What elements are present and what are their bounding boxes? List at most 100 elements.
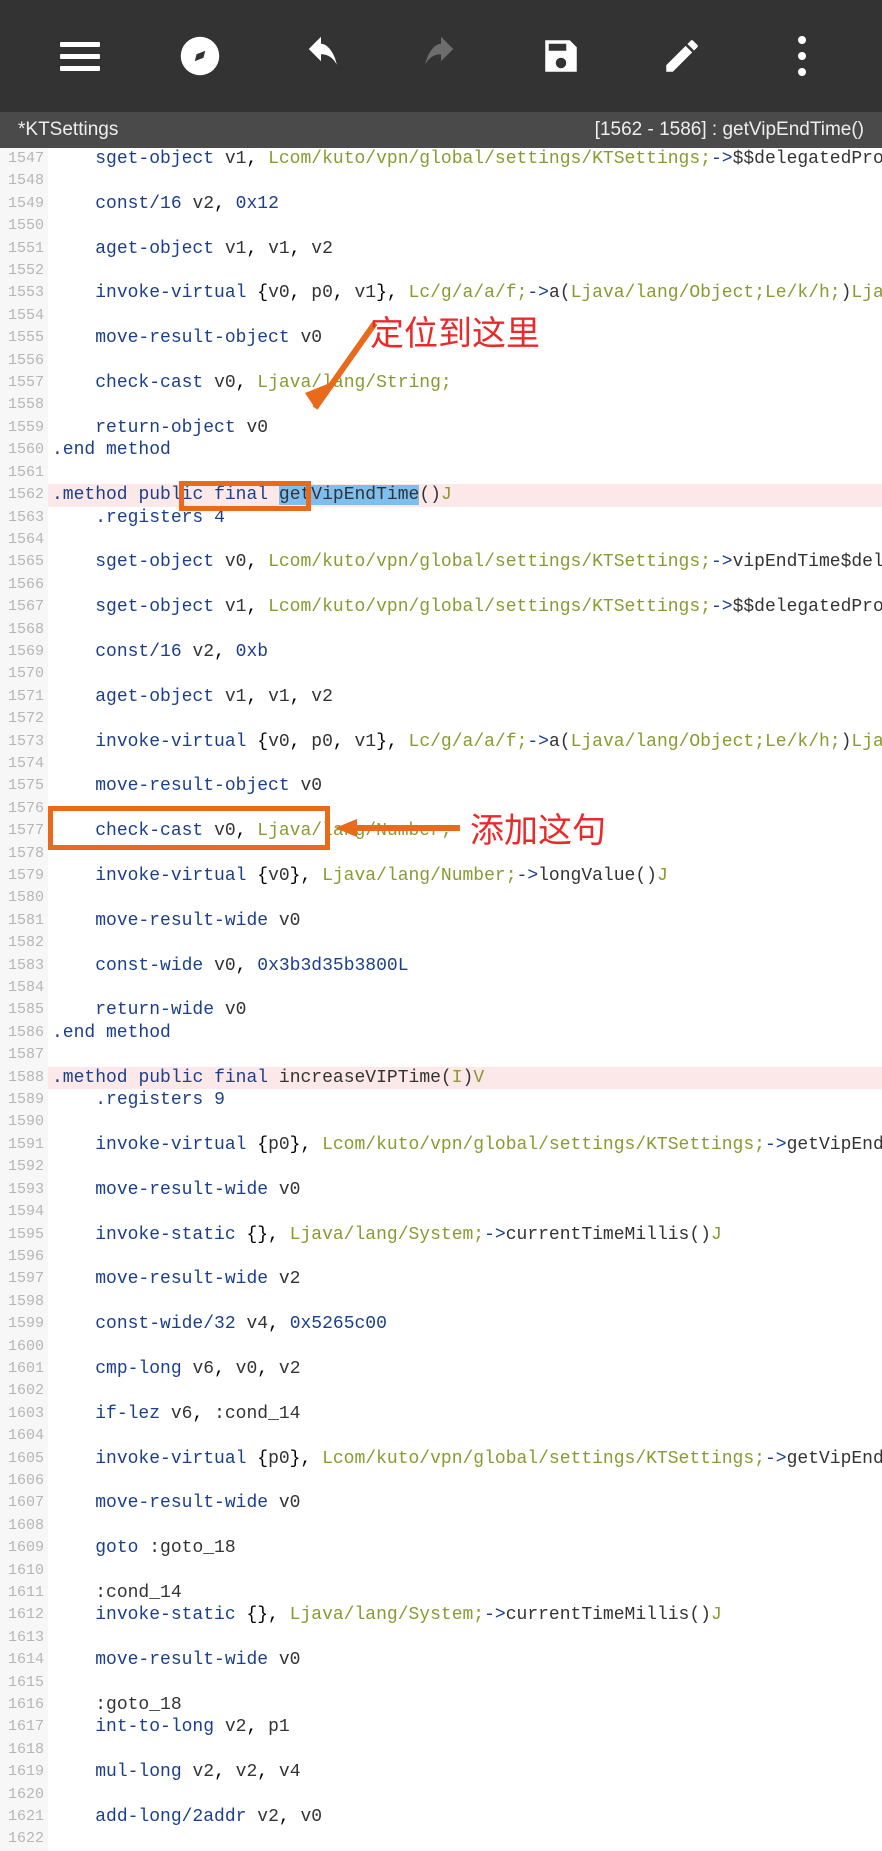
line-number: 1551 — [0, 238, 48, 260]
code-line[interactable]: 1561 — [0, 462, 882, 484]
code-line[interactable]: 1564 — [0, 529, 882, 551]
code-line[interactable]: 1610 — [0, 1560, 882, 1582]
code-line[interactable]: 1613 — [0, 1627, 882, 1649]
menu-icon — [60, 42, 100, 71]
code-line[interactable]: 1554 — [0, 305, 882, 327]
code-line[interactable]: 1586.end method — [0, 1022, 882, 1044]
code-line[interactable]: 1560.end method — [0, 439, 882, 461]
save-button[interactable] — [501, 35, 621, 77]
line-content: move-result-wide v0 — [48, 1649, 882, 1671]
redo-button[interactable] — [381, 35, 501, 77]
code-line[interactable]: 1575 move-result-object v0 — [0, 775, 882, 797]
code-line[interactable]: 1605 invoke-virtual {p0}, Lcom/kuto/vpn/… — [0, 1448, 882, 1470]
code-line[interactable]: 1550 — [0, 215, 882, 237]
code-line[interactable]: 1593 move-result-wide v0 — [0, 1179, 882, 1201]
code-line[interactable]: 1603 if-lez v6, :cond_14 — [0, 1403, 882, 1425]
line-number: 1563 — [0, 507, 48, 529]
code-line[interactable]: 1619 mul-long v2, v2, v4 — [0, 1761, 882, 1783]
line-number: 1573 — [0, 731, 48, 753]
code-line[interactable]: 1607 move-result-wide v0 — [0, 1492, 882, 1514]
code-line[interactable]: 1581 move-result-wide v0 — [0, 910, 882, 932]
code-line[interactable]: 1577 check-cast v0, Ljava/lang/Number; — [0, 820, 882, 842]
code-line[interactable]: 1563 .registers 4 — [0, 507, 882, 529]
code-line[interactable]: 1583 const-wide v0, 0x3b3d35b3800L — [0, 955, 882, 977]
code-line[interactable]: 1589 .registers 9 — [0, 1089, 882, 1111]
line-number: 1605 — [0, 1448, 48, 1470]
code-line[interactable]: 1614 move-result-wide v0 — [0, 1649, 882, 1671]
undo-icon — [300, 35, 342, 77]
code-line[interactable]: 1578 — [0, 843, 882, 865]
code-line[interactable]: 1596 — [0, 1246, 882, 1268]
code-line[interactable]: 1618 — [0, 1739, 882, 1761]
code-line[interactable]: 1590 — [0, 1111, 882, 1133]
line-content: invoke-virtual {v0}, Ljava/lang/Number;-… — [48, 865, 882, 887]
code-line[interactable]: 1616 :goto_18 — [0, 1694, 882, 1716]
line-number: 1621 — [0, 1806, 48, 1828]
code-line[interactable]: 1558 — [0, 394, 882, 416]
code-line[interactable]: 1621 add-long/2addr v2, v0 — [0, 1806, 882, 1828]
code-line[interactable]: 1572 — [0, 708, 882, 730]
line-content — [48, 1111, 882, 1133]
code-line[interactable]: 1594 — [0, 1201, 882, 1223]
code-line[interactable]: 1609 goto :goto_18 — [0, 1537, 882, 1559]
code-line[interactable]: 1559 return-object v0 — [0, 417, 882, 439]
code-line[interactable]: 1567 sget-object v1, Lcom/kuto/vpn/globa… — [0, 596, 882, 618]
code-line[interactable]: 1599 const-wide/32 v4, 0x5265c00 — [0, 1313, 882, 1335]
code-line[interactable]: 1576 — [0, 798, 882, 820]
code-line[interactable]: 1612 invoke-static {}, Ljava/lang/System… — [0, 1604, 882, 1626]
code-line[interactable]: 1588.method public final increaseVIPTime… — [0, 1067, 882, 1089]
line-content: const/16 v2, 0x12 — [48, 193, 882, 215]
code-line[interactable]: 1608 — [0, 1515, 882, 1537]
menu-button[interactable] — [20, 42, 140, 71]
code-line[interactable]: 1604 — [0, 1425, 882, 1447]
code-line[interactable]: 1606 — [0, 1470, 882, 1492]
code-editor[interactable]: 1547 sget-object v1, Lcom/kuto/vpn/globa… — [0, 148, 882, 1851]
code-line[interactable]: 1565 sget-object v0, Lcom/kuto/vpn/globa… — [0, 551, 882, 573]
code-line[interactable]: 1602 — [0, 1380, 882, 1402]
code-line[interactable]: 1580 — [0, 887, 882, 909]
code-line[interactable]: 1571 aget-object v1, v1, v2 — [0, 686, 882, 708]
code-line[interactable]: 1585 return-wide v0 — [0, 999, 882, 1021]
code-line[interactable]: 1566 — [0, 574, 882, 596]
code-line[interactable]: 1595 invoke-static {}, Ljava/lang/System… — [0, 1224, 882, 1246]
code-line[interactable]: 1574 — [0, 753, 882, 775]
code-line[interactable]: 1573 invoke-virtual {v0, p0, v1}, Lc/g/a… — [0, 731, 882, 753]
code-line[interactable]: 1617 int-to-long v2, p1 — [0, 1716, 882, 1738]
code-line[interactable]: 1591 invoke-virtual {p0}, Lcom/kuto/vpn/… — [0, 1134, 882, 1156]
code-line[interactable]: 1622 — [0, 1828, 882, 1850]
code-line[interactable]: 1587 — [0, 1044, 882, 1066]
edit-button[interactable] — [621, 35, 741, 77]
code-line[interactable]: 1551 aget-object v1, v1, v2 — [0, 238, 882, 260]
code-line[interactable]: 1553 invoke-virtual {v0, p0, v1}, Lc/g/a… — [0, 282, 882, 304]
code-line[interactable]: 1570 — [0, 663, 882, 685]
code-line[interactable]: 1611 :cond_14 — [0, 1582, 882, 1604]
code-line[interactable]: 1569 const/16 v2, 0xb — [0, 641, 882, 663]
line-content: :cond_14 — [48, 1582, 882, 1604]
line-content — [48, 753, 882, 775]
code-line[interactable]: 1568 — [0, 619, 882, 641]
code-line[interactable]: 1600 — [0, 1336, 882, 1358]
code-line[interactable]: 1556 — [0, 350, 882, 372]
code-line[interactable]: 1547 sget-object v1, Lcom/kuto/vpn/globa… — [0, 148, 882, 170]
line-content: aget-object v1, v1, v2 — [48, 238, 882, 260]
code-line[interactable]: 1592 — [0, 1156, 882, 1178]
code-line[interactable]: 1562.method public final getVipEndTime()… — [0, 484, 882, 506]
code-line[interactable]: 1552 — [0, 260, 882, 282]
navigate-button[interactable] — [140, 35, 260, 77]
code-line[interactable]: 1582 — [0, 932, 882, 954]
code-line[interactable]: 1584 — [0, 977, 882, 999]
code-line[interactable]: 1549 const/16 v2, 0x12 — [0, 193, 882, 215]
code-line[interactable]: 1579 invoke-virtual {v0}, Ljava/lang/Num… — [0, 865, 882, 887]
code-line[interactable]: 1548 — [0, 170, 882, 192]
code-line[interactable]: 1555 move-result-object v0 — [0, 327, 882, 349]
code-line[interactable]: 1597 move-result-wide v2 — [0, 1268, 882, 1290]
undo-button[interactable] — [261, 35, 381, 77]
line-content — [48, 1380, 882, 1402]
line-content: check-cast v0, Ljava/lang/Number; — [48, 820, 882, 842]
code-line[interactable]: 1557 check-cast v0, Ljava/lang/String; — [0, 372, 882, 394]
code-line[interactable]: 1601 cmp-long v6, v0, v2 — [0, 1358, 882, 1380]
more-button[interactable] — [742, 36, 862, 76]
code-line[interactable]: 1615 — [0, 1672, 882, 1694]
code-line[interactable]: 1598 — [0, 1291, 882, 1313]
code-line[interactable]: 1620 — [0, 1784, 882, 1806]
